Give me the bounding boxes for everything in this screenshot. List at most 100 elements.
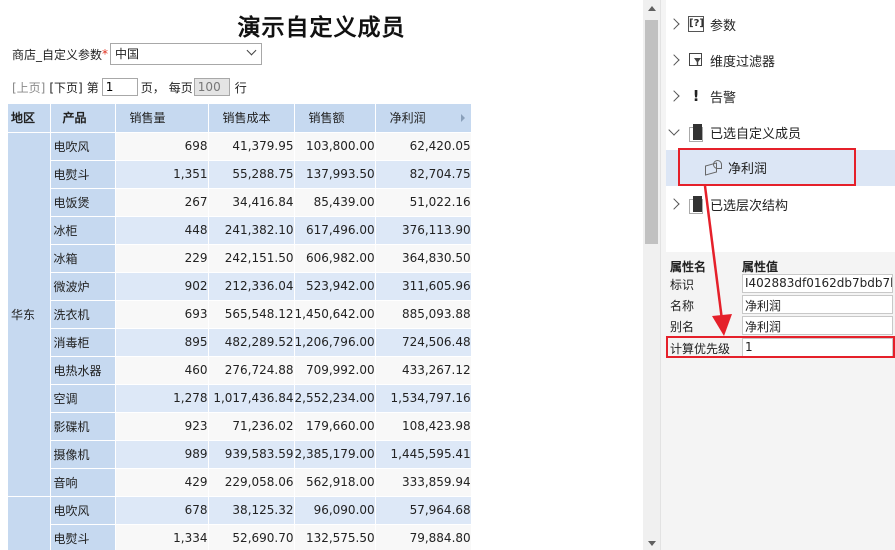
product-cell: 电熨斗 xyxy=(50,160,116,189)
prop-key: 别名 xyxy=(670,320,695,334)
value-cell: 57,964.68 xyxy=(375,496,472,525)
value-cell: 137,993.50 xyxy=(294,160,376,189)
table-row: 电热水器 460 276,724.88 709,992.00 433,267.12 xyxy=(8,356,472,385)
product-cell: 摄像机 xyxy=(50,440,116,469)
page-size-input xyxy=(193,78,230,96)
value-cell: 132,575.50 xyxy=(294,524,376,550)
value-cell: 433,267.12 xyxy=(375,356,472,385)
prop-alias-field[interactable]: 净利润 xyxy=(742,316,893,335)
value-cell: 678 xyxy=(115,496,209,525)
product-cell: 电饭煲 xyxy=(50,188,116,217)
tree-item-label: 已选层次结构 xyxy=(710,198,789,214)
value-cell: 241,382.10 xyxy=(208,216,295,245)
scrollbar-thumb[interactable] xyxy=(645,20,658,244)
next-page-link[interactable]: [下页] xyxy=(49,79,82,96)
product-cell: 电熨斗 xyxy=(50,524,116,550)
chevron-right-icon[interactable] xyxy=(668,54,680,66)
column-header[interactable]: 销售额 xyxy=(294,104,376,133)
product-cell: 冰箱 xyxy=(50,244,116,273)
value-cell: 62,420.05 xyxy=(375,132,472,161)
scroll-down-icon[interactable] xyxy=(648,541,656,546)
value-cell: 617,496.00 xyxy=(294,216,376,245)
value-cell: 482,289.52 xyxy=(208,328,295,357)
table-row: 消毒柜 895 482,289.52 1,206,796.00 724,506.48 xyxy=(8,328,472,357)
param-label: 商店_自定义参数 xyxy=(12,47,103,62)
product-cell: 影碟机 xyxy=(50,412,116,441)
chevron-right-icon[interactable] xyxy=(668,90,680,102)
value-cell: 82,704.75 xyxy=(375,160,472,189)
table-header-row: 地区 产品 销售量 销售成本 销售额 净利润 xyxy=(8,104,472,133)
tree-item-label: 告警 xyxy=(710,90,737,106)
scroll-up-icon[interactable] xyxy=(648,6,656,11)
value-cell: 179,660.00 xyxy=(294,412,376,441)
chevron-right-icon[interactable] xyxy=(668,198,680,210)
product-cell: 电热水器 xyxy=(50,356,116,385)
product-cell: 微波炉 xyxy=(50,272,116,301)
priority-highlight-box xyxy=(666,336,895,358)
chevron-down-icon[interactable] xyxy=(668,123,680,136)
value-cell: 709,992.00 xyxy=(294,356,376,385)
chevron-right-icon[interactable] xyxy=(668,18,680,30)
value-cell: 38,125.32 xyxy=(208,496,295,525)
value-cell: 923 xyxy=(115,412,209,441)
value-cell: 1,334 xyxy=(115,524,209,550)
value-cell: 989 xyxy=(115,440,209,469)
tree-item-hierarchies[interactable]: 已选层次结构 xyxy=(666,191,895,217)
product-cell: 电吹风 xyxy=(50,132,116,161)
tree-item-label: 参数 xyxy=(710,18,737,34)
value-cell: 276,724.88 xyxy=(208,356,295,385)
table-row: 电熨斗 1,351 55,288.75 137,993.50 82,704.75 xyxy=(8,160,472,189)
store-param-select[interactable]: 中国 xyxy=(110,43,263,65)
product-cell: 音响 xyxy=(50,468,116,497)
param-row: 商店_自定义参数 * 中国 xyxy=(12,43,263,65)
product-cell: 冰柜 xyxy=(50,216,116,245)
tree-item-alerts[interactable]: ! 告警 xyxy=(666,83,895,109)
required-mark: * xyxy=(102,47,109,61)
value-cell: 85,439.00 xyxy=(294,188,376,217)
value-cell: 460 xyxy=(115,356,209,385)
column-header[interactable]: 销售量 xyxy=(115,104,209,133)
table-row: 电吹风 678 38,125.32 96,090.00 57,964.68 xyxy=(8,496,472,550)
value-cell: 376,113.90 xyxy=(375,216,472,245)
value-cell: 311,605.96 xyxy=(375,272,472,301)
value-cell: 448 xyxy=(115,216,209,245)
page-suffix: 页， xyxy=(140,80,165,95)
value-cell: 229 xyxy=(115,244,209,273)
value-cell: 55,288.75 xyxy=(208,160,295,189)
prop-id-field[interactable]: I402883df0162db7bdb7be xyxy=(742,274,893,293)
rows-suffix: 行 xyxy=(234,80,247,95)
value-cell: 562,918.00 xyxy=(294,468,376,497)
tree-item-params[interactable]: [?] 参数 xyxy=(666,11,895,37)
value-cell: 71,236.02 xyxy=(208,412,295,441)
scroll-right-icon[interactable] xyxy=(460,114,465,122)
value-cell: 1,017,436.84 xyxy=(208,384,295,413)
per-page-label: 每页 xyxy=(168,80,193,95)
table-row: 空调 1,278 1,017,436.84 2,552,234.00 1,534,797… xyxy=(8,384,472,413)
value-cell: 242,151.50 xyxy=(208,244,295,273)
vertical-scrollbar[interactable] xyxy=(643,0,660,550)
column-header[interactable]: 地区 xyxy=(8,104,51,133)
column-header[interactable]: 销售成本 xyxy=(208,104,295,133)
value-cell: 103,800.00 xyxy=(294,132,376,161)
prop-name-field[interactable]: 净利润 xyxy=(742,295,893,314)
report-pane: 演示自定义成员 商店_自定义参数 * 中国 [上页] [下页] 第 页， 每页 … xyxy=(0,0,643,550)
value-cell: 565,548.12 xyxy=(208,300,295,329)
selected-member-item[interactable]: 净利润 xyxy=(678,148,856,186)
column-header[interactable]: 净利润 xyxy=(375,104,472,133)
table-row: 影碟机 923 71,236.02 179,660.00 108,423.98 xyxy=(8,412,472,441)
tree-item-filters[interactable]: 维度过滤器 xyxy=(666,47,895,73)
column-header[interactable]: 产品 xyxy=(50,104,116,133)
page-prefix: 第 xyxy=(86,80,99,95)
region-cell xyxy=(8,496,51,550)
page-number-input[interactable] xyxy=(101,78,138,96)
prop-row-name: 名称 净利润 xyxy=(666,294,895,315)
value-cell: 52,690.70 xyxy=(208,524,295,550)
properties-panel: 属性名 属性值 标识 I402883df0162db7bdb7be 名称 净利润… xyxy=(666,252,895,550)
table-row: 冰箱 229 242,151.50 606,982.00 364,830.50 xyxy=(8,244,472,273)
tree-item-custom-members[interactable]: 已选自定义成员 xyxy=(666,119,895,145)
prev-page-link[interactable]: [上页] xyxy=(12,79,45,96)
value-cell: 364,830.50 xyxy=(375,244,472,273)
value-cell: 2,552,234.00 xyxy=(294,384,376,413)
column-header-label: 净利润 xyxy=(389,111,426,126)
report-grid: 地区 产品 销售量 销售成本 销售额 净利润 华东 电吹风 698 41,379.95… xyxy=(8,104,472,550)
